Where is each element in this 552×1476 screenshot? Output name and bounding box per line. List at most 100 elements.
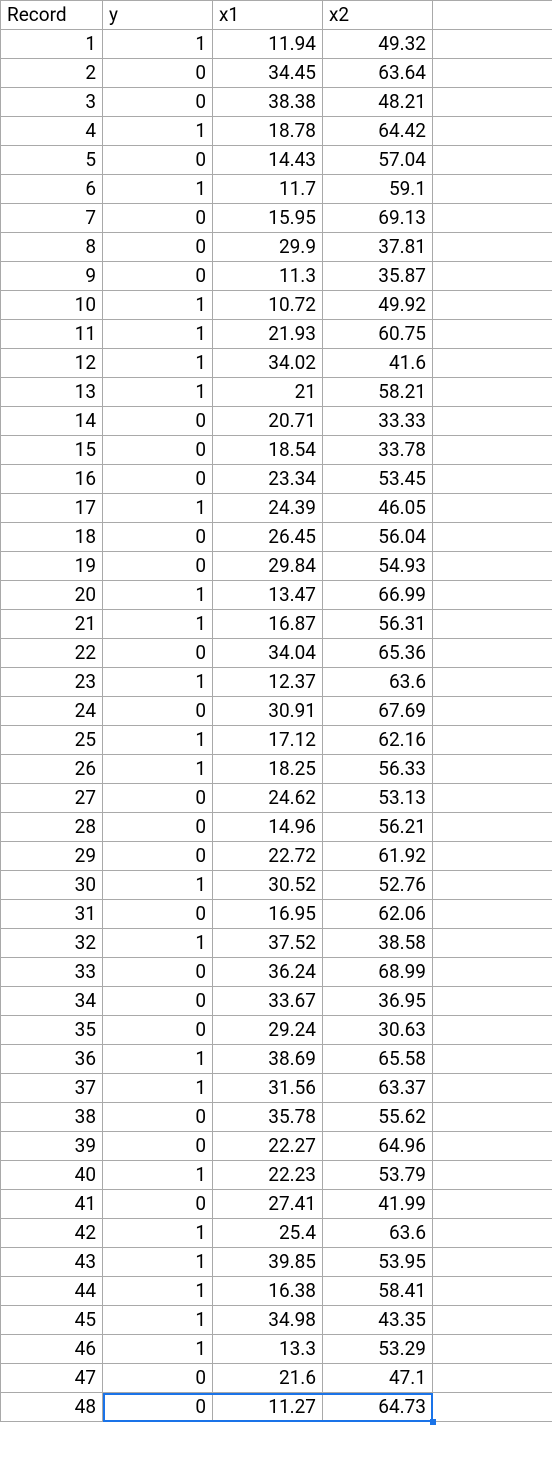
cell-empty[interactable] (433, 1306, 552, 1335)
cell-x2[interactable]: 64.73 (323, 1393, 433, 1422)
cell-x1[interactable]: 15.95 (213, 204, 323, 233)
table-row[interactable]: 2034.4563.64 (1, 59, 552, 88)
cell-empty[interactable] (433, 175, 552, 204)
table-row[interactable]: 26118.2556.33 (1, 755, 552, 784)
header-record[interactable]: Record (1, 1, 103, 30)
cell-y[interactable]: 0 (103, 697, 213, 726)
header-x2[interactable]: x2 (323, 1, 433, 30)
cell-empty[interactable] (433, 320, 552, 349)
cell-x2[interactable]: 30.63 (323, 1016, 433, 1045)
cell-empty[interactable] (433, 1335, 552, 1364)
cell-x1[interactable]: 22.72 (213, 842, 323, 871)
cell-record[interactable]: 39 (1, 1132, 103, 1161)
cell-y[interactable]: 1 (103, 610, 213, 639)
table-row[interactable]: 14020.7133.33 (1, 407, 552, 436)
cell-y[interactable]: 0 (103, 1393, 213, 1422)
cell-x2[interactable]: 41.6 (323, 349, 433, 378)
cell-x1[interactable]: 26.45 (213, 523, 323, 552)
cell-y[interactable]: 0 (103, 1016, 213, 1045)
cell-record[interactable]: 42 (1, 1219, 103, 1248)
cell-y[interactable]: 1 (103, 378, 213, 407)
table-row[interactable]: 30130.5252.76 (1, 871, 552, 900)
cell-empty[interactable] (433, 436, 552, 465)
header-x1[interactable]: x1 (213, 1, 323, 30)
cell-x2[interactable]: 52.76 (323, 871, 433, 900)
table-row[interactable]: 10110.7249.92 (1, 291, 552, 320)
cell-record[interactable]: 37 (1, 1074, 103, 1103)
cell-y[interactable]: 0 (103, 436, 213, 465)
cell-record[interactable]: 26 (1, 755, 103, 784)
cell-empty[interactable] (433, 1393, 552, 1422)
table-row[interactable]: 16023.3453.45 (1, 465, 552, 494)
cell-x1[interactable]: 25.4 (213, 1219, 323, 1248)
header-empty[interactable] (433, 1, 552, 30)
cell-x1[interactable]: 18.78 (213, 117, 323, 146)
cell-record[interactable]: 13 (1, 378, 103, 407)
cell-x2[interactable]: 58.21 (323, 378, 433, 407)
cell-x1[interactable]: 34.98 (213, 1306, 323, 1335)
cell-y[interactable]: 1 (103, 117, 213, 146)
cell-y[interactable]: 1 (103, 871, 213, 900)
cell-record[interactable]: 6 (1, 175, 103, 204)
cell-empty[interactable] (433, 59, 552, 88)
cell-x2[interactable]: 48.21 (323, 88, 433, 117)
cell-empty[interactable] (433, 1219, 552, 1248)
cell-y[interactable]: 0 (103, 842, 213, 871)
cell-y[interactable]: 1 (103, 1248, 213, 1277)
cell-empty[interactable] (433, 987, 552, 1016)
cell-empty[interactable] (433, 842, 552, 871)
cell-record[interactable]: 38 (1, 1103, 103, 1132)
cell-y[interactable]: 1 (103, 1219, 213, 1248)
cell-empty[interactable] (433, 407, 552, 436)
cell-x2[interactable]: 65.36 (323, 639, 433, 668)
cell-empty[interactable] (433, 755, 552, 784)
cell-record[interactable]: 45 (1, 1306, 103, 1335)
cell-record[interactable]: 35 (1, 1016, 103, 1045)
cell-record[interactable]: 29 (1, 842, 103, 871)
table-row[interactable]: 34033.6736.95 (1, 987, 552, 1016)
cell-x2[interactable]: 58.41 (323, 1277, 433, 1306)
cell-x1[interactable]: 18.25 (213, 755, 323, 784)
cell-y[interactable]: 1 (103, 755, 213, 784)
cell-y[interactable]: 1 (103, 581, 213, 610)
table-row[interactable]: 43139.8553.95 (1, 1248, 552, 1277)
cell-y[interactable]: 0 (103, 59, 213, 88)
table-row[interactable]: 25117.1262.16 (1, 726, 552, 755)
cell-empty[interactable] (433, 697, 552, 726)
cell-empty[interactable] (433, 88, 552, 117)
cell-x1[interactable]: 16.38 (213, 1277, 323, 1306)
cell-x2[interactable]: 53.29 (323, 1335, 433, 1364)
table-row[interactable]: 1111.9449.32 (1, 30, 552, 59)
cell-record[interactable]: 1 (1, 30, 103, 59)
cell-x2[interactable]: 62.16 (323, 726, 433, 755)
cell-x2[interactable]: 53.95 (323, 1248, 433, 1277)
cell-y[interactable]: 0 (103, 1364, 213, 1393)
cell-record[interactable]: 14 (1, 407, 103, 436)
table-row[interactable]: 5014.4357.04 (1, 146, 552, 175)
cell-x2[interactable]: 49.92 (323, 291, 433, 320)
cell-x2[interactable]: 63.6 (323, 1219, 433, 1248)
cell-empty[interactable] (433, 958, 552, 987)
cell-y[interactable]: 1 (103, 1306, 213, 1335)
cell-record[interactable]: 24 (1, 697, 103, 726)
cell-record[interactable]: 23 (1, 668, 103, 697)
cell-y[interactable]: 1 (103, 30, 213, 59)
cell-record[interactable]: 18 (1, 523, 103, 552)
cell-y[interactable]: 1 (103, 726, 213, 755)
cell-y[interactable]: 0 (103, 1190, 213, 1219)
cell-x2[interactable]: 59.1 (323, 175, 433, 204)
table-row[interactable]: 38035.7855.62 (1, 1103, 552, 1132)
table-row[interactable]: 29022.7261.92 (1, 842, 552, 871)
cell-x1[interactable]: 12.37 (213, 668, 323, 697)
cell-x1[interactable]: 13.47 (213, 581, 323, 610)
cell-x1[interactable]: 29.84 (213, 552, 323, 581)
table-row[interactable]: 39022.2764.96 (1, 1132, 552, 1161)
cell-empty[interactable] (433, 233, 552, 262)
header-y[interactable]: y (103, 1, 213, 30)
cell-x1[interactable]: 37.52 (213, 929, 323, 958)
table-row[interactable]: 7015.9569.13 (1, 204, 552, 233)
cell-x1[interactable]: 34.45 (213, 59, 323, 88)
cell-x2[interactable]: 56.21 (323, 813, 433, 842)
cell-x2[interactable]: 55.62 (323, 1103, 433, 1132)
cell-record[interactable]: 4 (1, 117, 103, 146)
